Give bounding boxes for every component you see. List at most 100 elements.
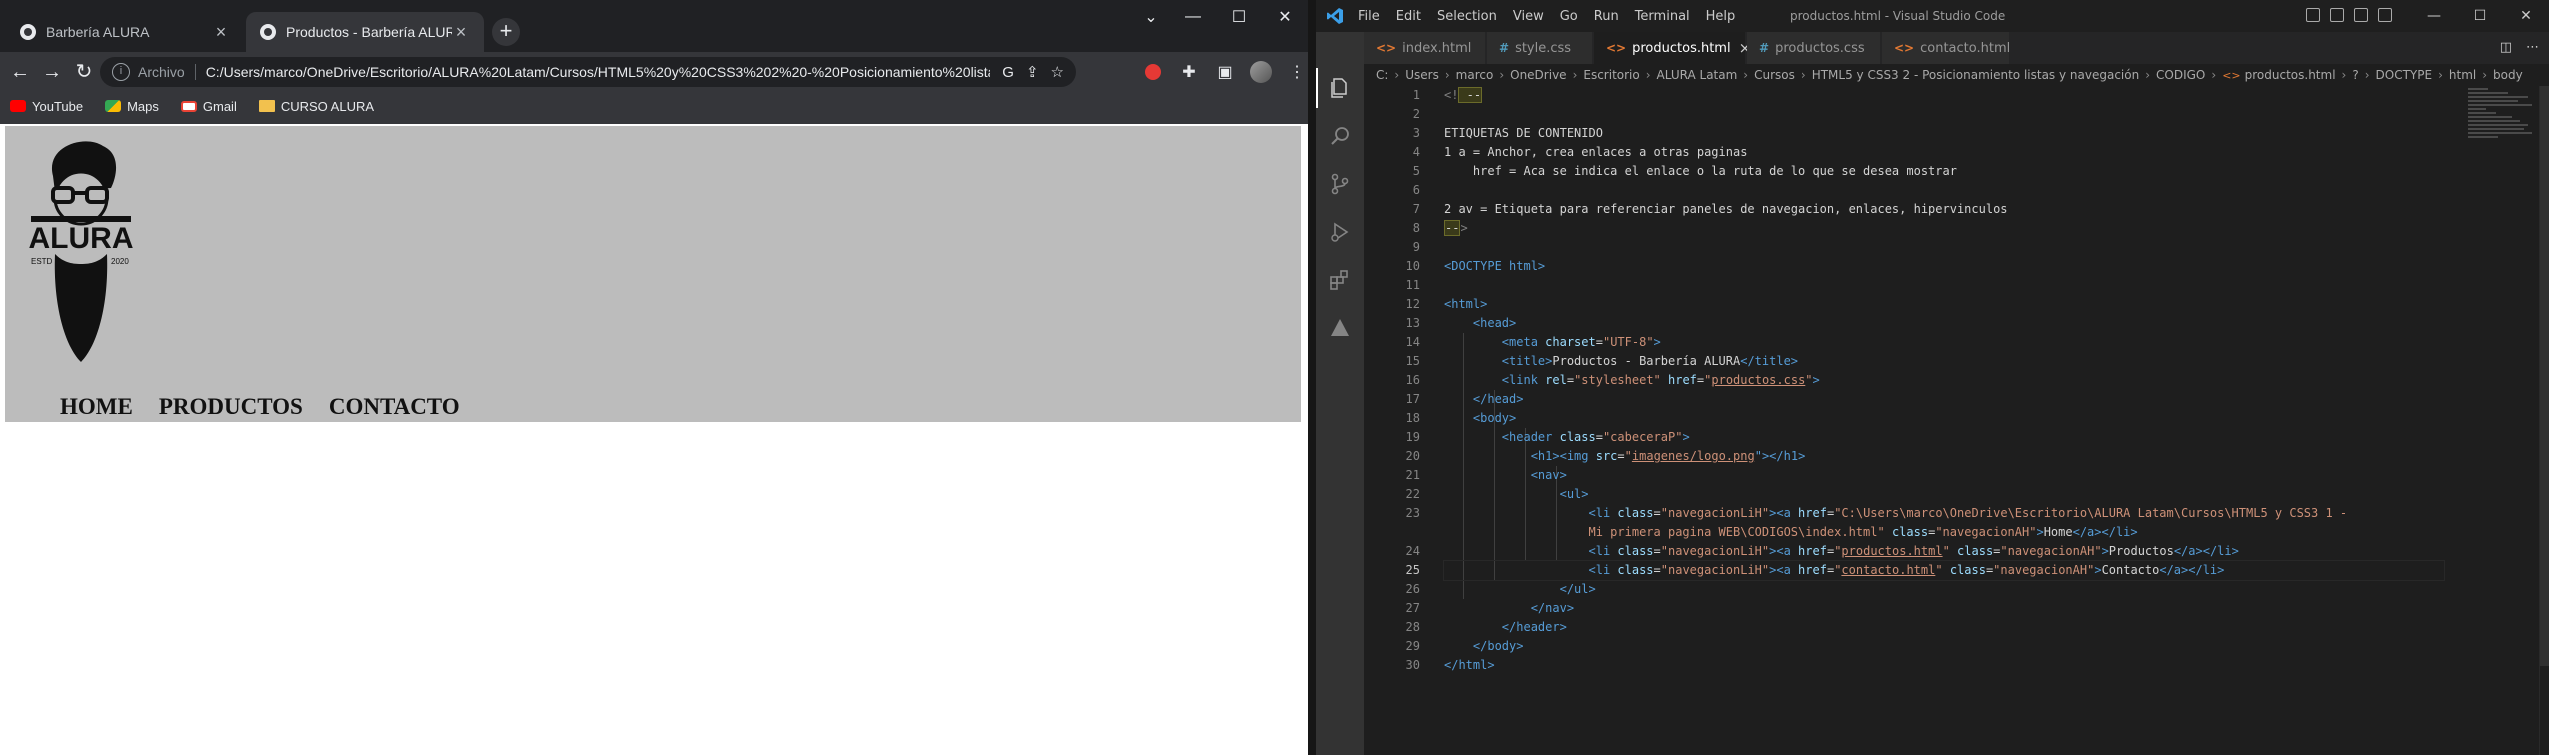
code-line: Mi primera pagina WEB\CODIGOS\index.html… bbox=[1588, 525, 2138, 539]
breadcrumb-item[interactable]: html bbox=[2449, 68, 2476, 82]
line-number-gutter: 1 2 3 4 5 6 7 8 9 10 11 12 13 14 15 16 17 18 19 20 21 22 23 24 2… bbox=[1364, 86, 1428, 675]
line-number: 14 bbox=[1405, 335, 1420, 349]
explorer-icon[interactable] bbox=[1328, 76, 1352, 100]
breadcrumb-item[interactable]: C: bbox=[1376, 68, 1388, 82]
line-number: 18 bbox=[1405, 411, 1420, 425]
menu-go[interactable]: Go bbox=[1560, 9, 1578, 24]
nav-link-productos[interactable]: PRODUCTOS bbox=[159, 394, 303, 419]
css-file-icon: # bbox=[1499, 41, 1510, 55]
close-window-button[interactable]: ✕ bbox=[2503, 0, 2549, 32]
breadcrumb-item[interactable]: ALURA Latam bbox=[1657, 68, 1738, 82]
breadcrumb-item[interactable]: ? bbox=[2352, 68, 2358, 82]
extensions-icon[interactable] bbox=[1328, 268, 1352, 292]
breadcrumb-item[interactable]: productos.html bbox=[2245, 68, 2336, 82]
nav-item: PRODUCTOS bbox=[159, 394, 303, 420]
google-icon[interactable]: G bbox=[1002, 64, 1014, 81]
remote-explorer-icon[interactable] bbox=[1328, 316, 1352, 340]
code-line: <head> bbox=[1472, 316, 1517, 330]
profile-avatar[interactable] bbox=[1248, 58, 1274, 86]
extensions-puzzle-icon[interactable]: ✚ bbox=[1176, 58, 1202, 86]
line-number: 22 bbox=[1405, 487, 1420, 501]
globe-icon bbox=[20, 24, 36, 40]
browser-toolbar: ← → ↻ i Archivo C:/Users/marco/OneDrive/… bbox=[0, 52, 1308, 92]
nav-link-contacto[interactable]: CONTACTO bbox=[329, 394, 460, 419]
close-icon[interactable]: × bbox=[212, 22, 230, 43]
browser-tab-barberia[interactable]: Barbería ALURA × bbox=[6, 12, 244, 52]
split-editor-icon[interactable]: ◫ bbox=[2500, 40, 2512, 55]
customize-layout-icon[interactable] bbox=[2378, 8, 2392, 22]
menu-run[interactable]: Run bbox=[1594, 9, 1619, 24]
bookmark-star-icon[interactable]: ☆ bbox=[1051, 63, 1064, 81]
browser-tab-productos[interactable]: Productos - Barbería ALURA × bbox=[246, 12, 484, 52]
extension-red-icon[interactable] bbox=[1140, 58, 1166, 86]
breadcrumb-item[interactable]: CODIGO bbox=[2156, 68, 2205, 82]
tab-style-css[interactable]: # style.css bbox=[1487, 32, 1593, 64]
minimize-button[interactable]: — bbox=[2411, 0, 2457, 32]
code-line: href = Aca se indica el enlace o la ruta… bbox=[1444, 164, 1957, 178]
toggle-sidebar-icon[interactable] bbox=[2306, 8, 2320, 22]
breadcrumb-item[interactable]: Users bbox=[1405, 68, 1439, 82]
bookmark-label: Gmail bbox=[202, 98, 237, 114]
breadcrumb-item[interactable]: marco bbox=[1456, 68, 1494, 82]
forward-button[interactable]: → bbox=[38, 58, 66, 86]
tab-contacto-html[interactable]: <> contacto.html bbox=[1882, 32, 2010, 64]
breadcrumb-item[interactable]: OneDrive bbox=[1510, 68, 1566, 82]
toggle-panel-icon[interactable] bbox=[2330, 8, 2344, 22]
tab-productos-css[interactable]: # productos.css bbox=[1747, 32, 1881, 64]
info-icon[interactable]: i bbox=[112, 63, 130, 81]
menu-edit[interactable]: Edit bbox=[1396, 9, 1421, 24]
tab-productos-html[interactable]: <> productos.html × bbox=[1594, 32, 1751, 64]
line-number: 15 bbox=[1405, 354, 1420, 368]
menu-terminal[interactable]: Terminal bbox=[1635, 9, 1690, 24]
code-area[interactable]: <! -- ETIQUETAS DE CONTENIDO 1 a = Ancho… bbox=[1443, 86, 2445, 675]
tab-label: contacto.html bbox=[1920, 40, 2011, 56]
url-text[interactable]: C:/Users/marco/OneDrive/Escritorio/ALURA… bbox=[206, 64, 991, 80]
nav-link-home[interactable]: HOME bbox=[60, 394, 133, 419]
reload-button[interactable]: ↻ bbox=[70, 58, 98, 86]
maximize-button[interactable]: ☐ bbox=[1216, 0, 1262, 34]
page-header: ALURA ESTD 2020 HOME PRODUCTOS CONTACTO bbox=[5, 126, 1301, 422]
code-line: 2 av = Etiqueta para referenciar paneles… bbox=[1444, 202, 2008, 216]
scrollbar-thumb[interactable] bbox=[2540, 86, 2549, 666]
menu-file[interactable]: File bbox=[1358, 9, 1380, 24]
code-line: <ul> bbox=[1559, 487, 1589, 501]
address-bar[interactable]: i Archivo C:/Users/marco/OneDrive/Escrit… bbox=[100, 57, 1076, 87]
vscode-titlebar: File Edit Selection View Go Run Terminal… bbox=[1316, 0, 2549, 32]
bookmark-gmail[interactable]: Gmail bbox=[180, 98, 237, 114]
menu-help[interactable]: Help bbox=[1706, 9, 1736, 24]
html-file-icon: <> bbox=[1376, 41, 1397, 55]
breadcrumb-item[interactable]: DOCTYPE bbox=[2376, 68, 2433, 82]
side-panel-icon[interactable]: ▣ bbox=[1212, 58, 1238, 86]
bookmark-youtube[interactable]: YouTube bbox=[10, 99, 83, 114]
new-tab-button[interactable]: + bbox=[492, 18, 520, 46]
html-file-icon: <> bbox=[2222, 68, 2241, 82]
menu-view[interactable]: View bbox=[1513, 9, 1544, 24]
code-line: <meta charset="UTF-8"> bbox=[1501, 335, 1661, 349]
more-actions-icon[interactable]: ⋯ bbox=[2526, 40, 2539, 55]
maximize-button[interactable]: ☐ bbox=[2457, 0, 2503, 32]
menu-selection[interactable]: Selection bbox=[1437, 9, 1497, 24]
close-icon[interactable]: × bbox=[452, 22, 470, 43]
minimap[interactable] bbox=[2468, 86, 2538, 226]
breadcrumb-item[interactable]: Cursos bbox=[1754, 68, 1795, 82]
code-editor[interactable]: 1 2 3 4 5 6 7 8 9 10 11 12 13 14 15 16 17 18 19 20 21 22 23 24 2… bbox=[1364, 86, 2549, 755]
breadcrumb-item[interactable]: HTML5 y CSS3 2 - Posicionamiento listas … bbox=[1812, 68, 2140, 82]
line-number: 5 bbox=[1412, 164, 1420, 178]
vscode-logo-icon bbox=[1327, 8, 1343, 24]
back-button[interactable]: ← bbox=[6, 58, 34, 86]
search-icon[interactable] bbox=[1328, 124, 1352, 148]
breadcrumb-item[interactable]: Escritorio bbox=[1583, 68, 1639, 82]
share-icon[interactable]: ⇪ bbox=[1026, 63, 1039, 81]
source-control-icon[interactable] bbox=[1328, 172, 1352, 196]
bookmark-curso-alura[interactable]: CURSO ALURA bbox=[258, 99, 374, 114]
tab-search-icon[interactable]: ⌄ bbox=[1132, 0, 1170, 34]
toggle-secondary-sidebar-icon[interactable] bbox=[2354, 8, 2368, 22]
breadcrumb-item[interactable]: body bbox=[2493, 68, 2523, 82]
bookmark-maps[interactable]: Maps bbox=[105, 99, 159, 114]
close-window-button[interactable]: ✕ bbox=[1262, 0, 1308, 34]
menu-kebab-icon[interactable]: ⋮ bbox=[1284, 58, 1308, 86]
tab-index-html[interactable]: <> index.html bbox=[1364, 32, 1486, 64]
code-line: <header class="cabeceraP"> bbox=[1501, 430, 1690, 444]
minimize-button[interactable]: — bbox=[1170, 0, 1216, 34]
run-debug-icon[interactable] bbox=[1328, 220, 1352, 244]
